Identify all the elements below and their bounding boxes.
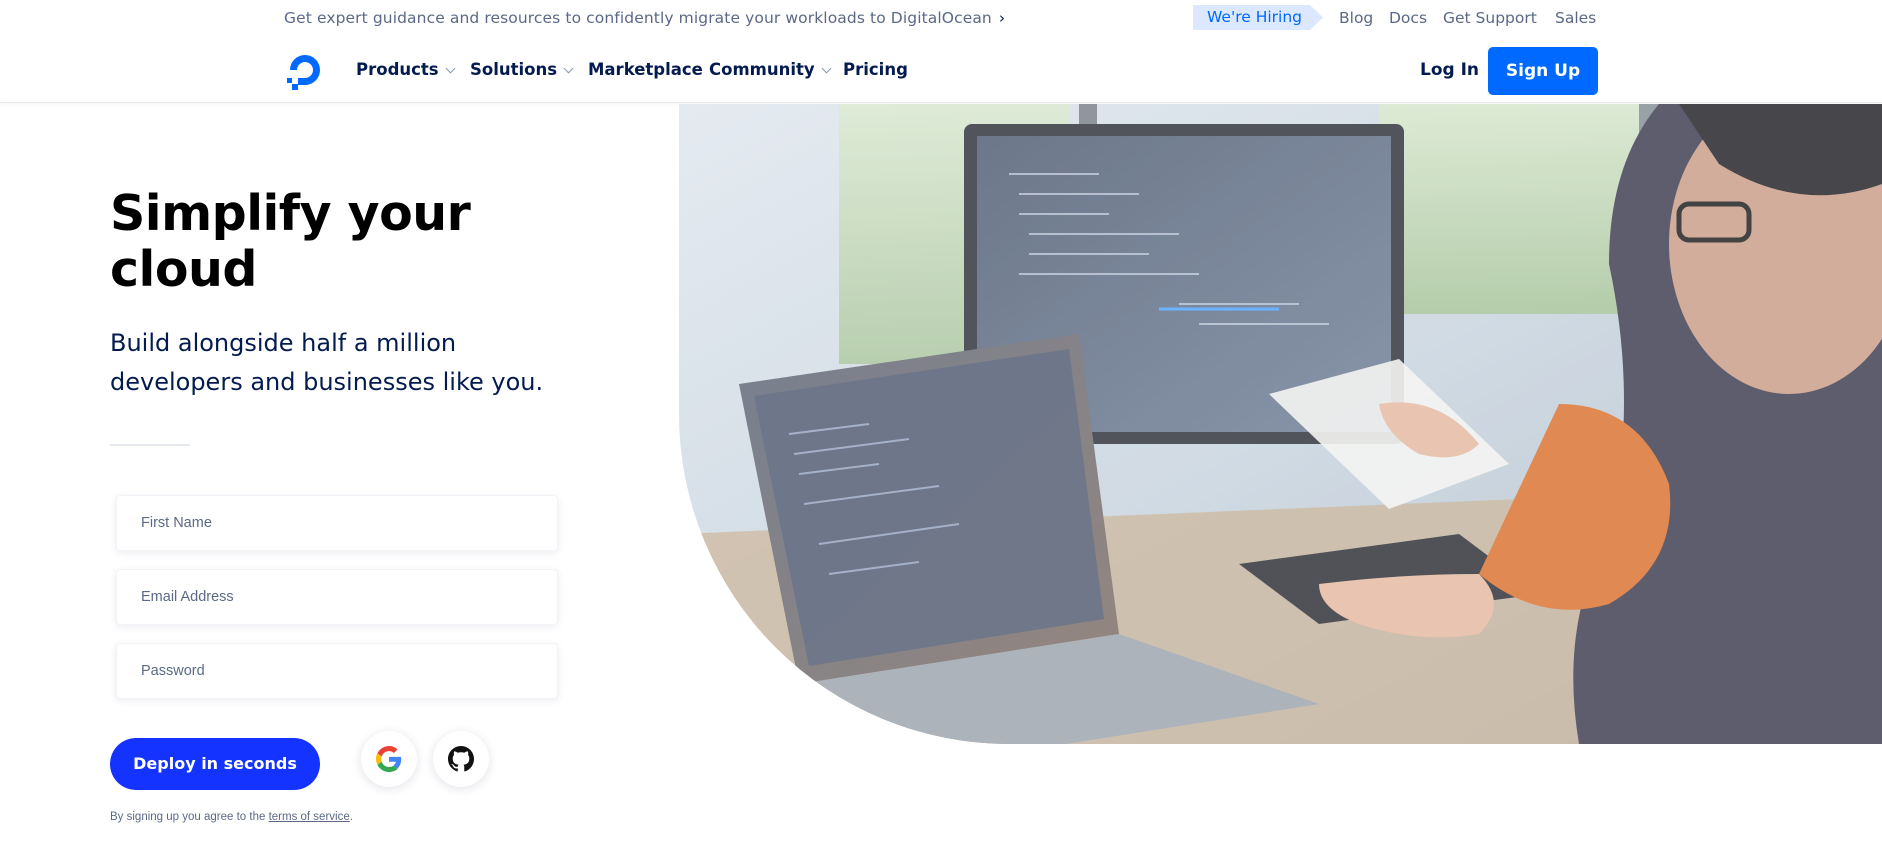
main-nav: Products Solutions Marketplace Community… — [0, 36, 1882, 103]
top-banner: Get expert guidance and resources to con… — [0, 0, 1882, 36]
terms-notice: By signing up you agree to the terms of … — [110, 811, 353, 823]
terms-prefix: By signing up you agree to the — [110, 811, 269, 823]
nav-marketplace-label: Marketplace — [588, 60, 703, 79]
terms-of-service-link[interactable]: terms of service — [269, 811, 350, 823]
nav-solutions-label: Solutions — [470, 60, 558, 79]
email-input[interactable] — [117, 570, 557, 624]
nav-solutions[interactable]: Solutions — [470, 60, 574, 79]
migration-banner-link[interactable]: Get expert guidance and resources to con… — [284, 9, 1005, 27]
github-signup-button[interactable] — [433, 731, 489, 787]
login-link[interactable]: Log In — [1420, 60, 1479, 80]
chevron-down-icon — [445, 63, 456, 74]
first-name-field[interactable] — [116, 495, 558, 551]
nav-products-label: Products — [356, 60, 439, 79]
docs-link[interactable]: Docs — [1389, 9, 1427, 27]
nav-pricing[interactable]: Pricing — [843, 60, 908, 79]
github-icon — [448, 746, 474, 772]
password-input[interactable] — [117, 644, 557, 698]
blog-link[interactable]: Blog — [1339, 9, 1373, 27]
migration-banner-text: Get expert guidance and resources to con… — [284, 9, 992, 27]
nav-community-label: Community — [709, 60, 815, 79]
deploy-button[interactable]: Deploy in seconds — [110, 738, 320, 790]
divider — [110, 444, 190, 446]
nav-marketplace[interactable]: Marketplace — [588, 60, 703, 79]
google-signup-button[interactable] — [361, 731, 417, 787]
hero-photo — [679, 104, 1882, 744]
chevron-down-icon — [821, 63, 832, 74]
signup-button[interactable]: Sign Up — [1488, 47, 1598, 95]
password-field[interactable] — [116, 643, 558, 699]
first-name-input[interactable] — [117, 496, 557, 550]
hero-headline: Simplify your cloud — [110, 185, 471, 298]
were-hiring-badge[interactable]: We're Hiring — [1193, 5, 1323, 30]
nav-products[interactable]: Products — [356, 60, 456, 79]
hero-subhead: Build alongside half a million developer… — [110, 329, 544, 396]
google-icon — [376, 746, 402, 772]
get-support-link[interactable]: Get Support — [1443, 9, 1537, 27]
digitalocean-logo-icon[interactable] — [284, 49, 326, 91]
nav-pricing-label: Pricing — [843, 60, 908, 79]
chevron-right-icon: › — [998, 9, 1006, 27]
nav-community[interactable]: Community — [709, 60, 832, 79]
sales-link[interactable]: Sales — [1555, 9, 1596, 27]
email-field[interactable] — [116, 569, 558, 625]
chevron-down-icon — [563, 63, 574, 74]
terms-suffix: . — [349, 811, 353, 823]
